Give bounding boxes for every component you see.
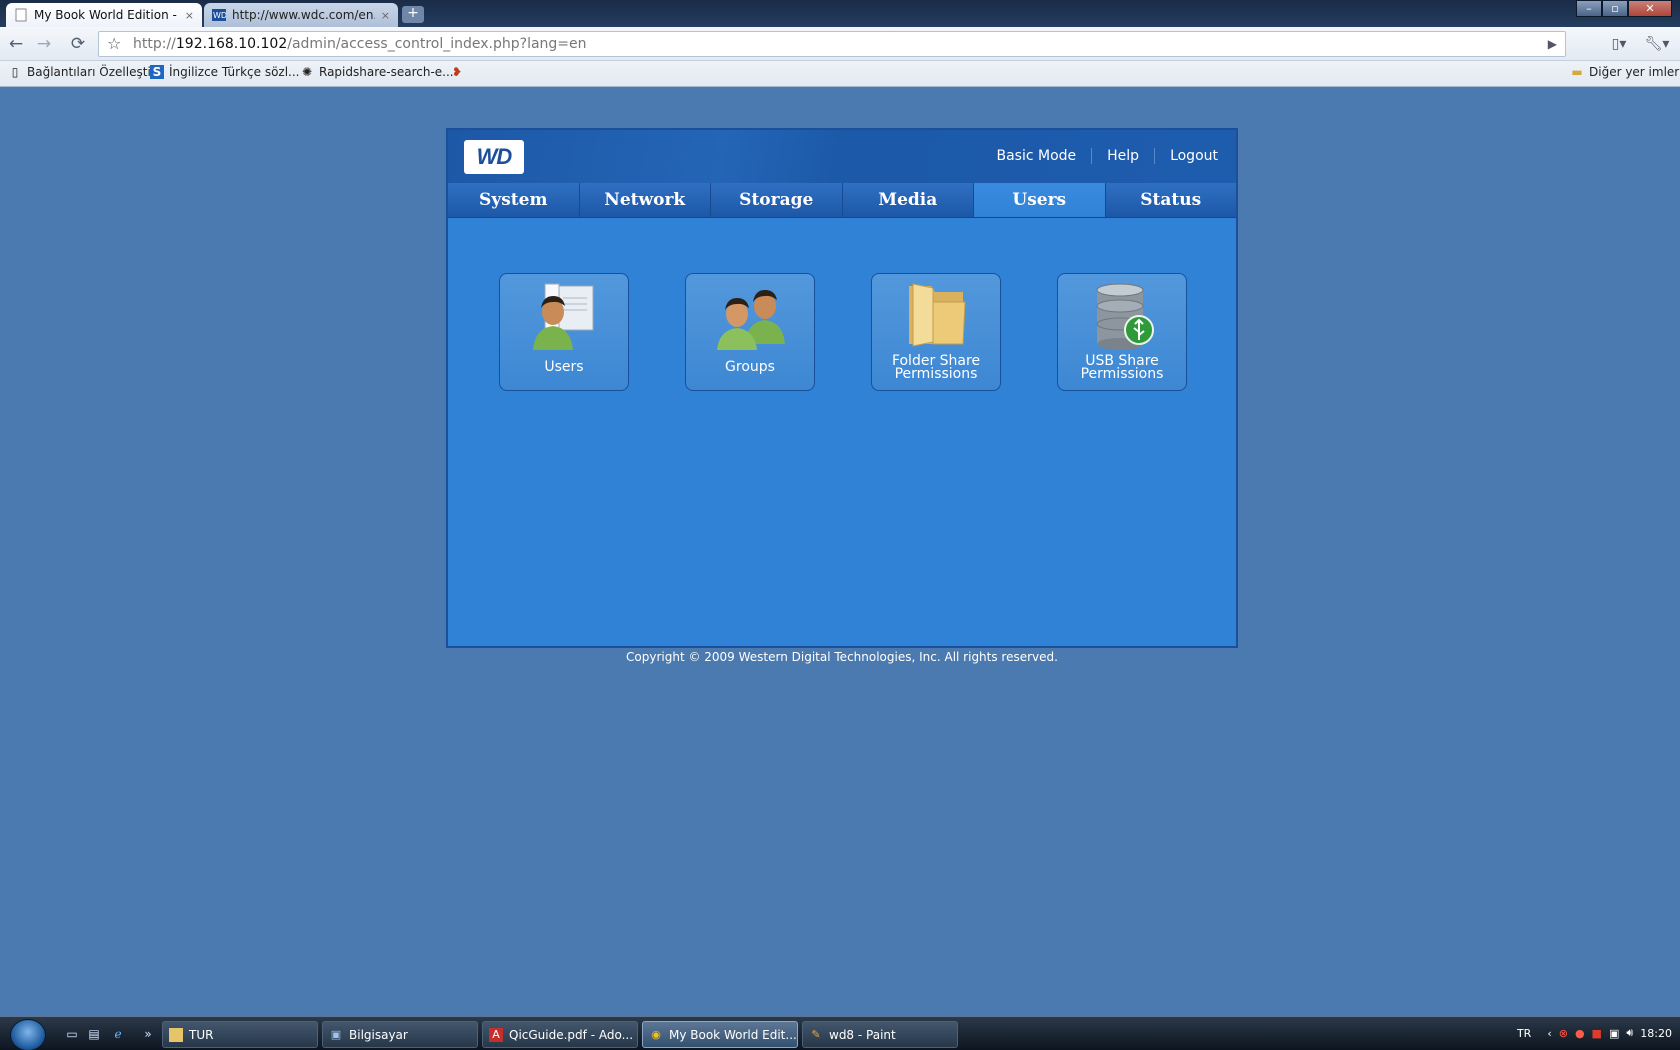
security-icon[interactable]: ⊗ <box>1559 1027 1568 1040</box>
system-tray: TR ‹ ⊗ ● ■ ▣ 🔊︎ 18:20 <box>1510 1026 1672 1040</box>
browser-tab-title: http://www.wdc.com/en... <box>232 8 375 22</box>
tab-system[interactable]: System <box>448 183 580 217</box>
new-tab-button[interactable]: + <box>402 6 424 23</box>
tile-label-line2: Permissions <box>894 366 978 382</box>
task-label: Bilgisayar <box>349 1027 408 1042</box>
logout-link[interactable]: Logout <box>1154 148 1218 164</box>
network-icon[interactable]: ▣ <box>1609 1027 1619 1040</box>
tab-media[interactable]: Media <box>843 183 974 217</box>
wd-favicon-icon: WD <box>212 8 227 22</box>
bookmark-star-icon[interactable]: ☆ <box>107 32 121 56</box>
antivirus-icon[interactable]: ■ <box>1592 1027 1602 1040</box>
panel-header: WD Basic Mode Help Logout <box>448 130 1236 183</box>
users-tile[interactable]: Users <box>499 273 629 391</box>
task-label: wd8 - Paint <box>829 1027 896 1042</box>
internet-explorer-icon[interactable]: ℯ <box>110 1026 126 1042</box>
svg-text:WD: WD <box>213 11 226 20</box>
user-icon <box>533 283 594 350</box>
url-scheme: http:// <box>133 36 176 52</box>
show-desktop-icon[interactable]: ▭ <box>64 1026 80 1042</box>
go-arrow-icon[interactable]: ▶ <box>1548 32 1557 56</box>
header-links: Basic Mode Help Logout <box>981 148 1218 164</box>
extension-icon: ❥ <box>451 65 463 79</box>
bookmark-extension[interactable]: ❥ <box>450 65 469 79</box>
s-logo-icon: S <box>150 65 164 79</box>
taskbar-item-computer[interactable]: ▣ Bilgisayar <box>322 1021 478 1048</box>
tray-expand-icon[interactable]: ‹ <box>1547 1027 1551 1040</box>
pdf-icon: A <box>489 1027 503 1042</box>
help-link[interactable]: Help <box>1091 148 1154 164</box>
tile-label: Users <box>544 359 584 375</box>
minimize-icon[interactable]: – <box>1576 0 1602 17</box>
taskbar-item-pdf[interactable]: A QicGuide.pdf - Ado... <box>482 1021 638 1048</box>
other-bookmarks-label: Diğer yer imleri <box>1589 65 1680 79</box>
folder-icon <box>169 1027 183 1042</box>
usb-database-icon <box>1096 283 1154 350</box>
tab-close-icon[interactable]: × <box>381 9 390 22</box>
chrome-icon: ◉ <box>651 1027 661 1041</box>
switch-windows-icon[interactable]: ▤ <box>86 1026 102 1042</box>
group-icon <box>717 290 785 350</box>
tab-users[interactable]: Users <box>974 183 1106 217</box>
os-taskbar: ▭ ▤ ℯ » TUR ▣ Bilgisayar A QicGuide.pdf … <box>0 1016 1680 1050</box>
page-icon: ▯ <box>11 65 19 79</box>
url-host: 192.168.10.102 <box>175 36 288 52</box>
main-nav-tabs: System Network Storage Media Users Statu… <box>448 183 1236 218</box>
volume-icon[interactable]: 🔊︎ <box>1626 1026 1633 1040</box>
reload-icon[interactable]: ⟳ <box>66 33 90 55</box>
url-path: /admin/access_control_index.php?lang=en <box>287 36 587 52</box>
task-label: My Book World Edit... <box>669 1027 797 1042</box>
basic-mode-link[interactable]: Basic Mode <box>981 148 1091 164</box>
address-bar[interactable]: ☆ http://192.168.10.102/admin/access_con… <box>98 31 1566 57</box>
window-controls: – ▫ ✕ <box>1576 0 1672 17</box>
back-arrow-icon[interactable]: ← <box>4 33 28 55</box>
groups-tile[interactable]: Groups <box>685 273 815 391</box>
browser-titlebar: My Book World Edition - ... × WD http://… <box>0 0 1680 27</box>
browser-tab-title: My Book World Edition - ... <box>34 8 179 22</box>
bookmark-dictionary[interactable]: S İngilizce Türkçe sözl... <box>150 65 300 79</box>
tile-label-line2: Permissions <box>1080 366 1164 382</box>
usb-share-permissions-tile[interactable]: USB Share Permissions <box>1057 273 1187 391</box>
close-window-icon[interactable]: ✕ <box>1628 0 1672 17</box>
task-label: QicGuide.pdf - Ado... <box>509 1027 634 1042</box>
clock: 18:20 <box>1640 1026 1672 1040</box>
paint-icon: ✎ <box>811 1027 821 1041</box>
taskbar-item-paint[interactable]: ✎ wd8 - Paint <box>802 1021 958 1048</box>
alert-icon[interactable]: ● <box>1575 1027 1585 1040</box>
copyright-text: Copyright © 2009 Western Digital Technol… <box>626 650 1058 664</box>
page-menu-icon[interactable]: ▯▾ <box>1604 33 1634 55</box>
browser-tab-active[interactable]: My Book World Edition - ... × <box>6 3 202 27</box>
bookmark-rapidshare[interactable]: ✺ Rapidshare-search-e... <box>300 65 454 79</box>
gear-icon: ✺ <box>301 65 313 79</box>
taskbar-item-browser[interactable]: ◉ My Book World Edit... <box>642 1021 798 1048</box>
tab-close-icon[interactable]: × <box>185 9 194 22</box>
bookmark-label: Bağlantıları Özelleştir <box>27 65 156 79</box>
tab-storage[interactable]: Storage <box>711 183 843 217</box>
folder-share-permissions-tile[interactable]: Folder Share Permissions <box>871 273 1001 391</box>
quicklaunch-chevron-icon[interactable]: » <box>140 1026 156 1042</box>
other-bookmarks[interactable]: ▬ Diğer yer imleri <box>1570 65 1680 79</box>
tile-label: Groups <box>725 359 775 375</box>
bookmarks-bar: ▯ Bağlantıları Özelleştir S İngilizce Tü… <box>0 61 1680 87</box>
maximize-icon[interactable]: ▫ <box>1602 0 1628 17</box>
wd-logo: WD <box>464 140 524 174</box>
wd-admin-panel: WD Basic Mode Help Logout System Network… <box>446 128 1238 648</box>
task-label: TUR <box>189 1027 214 1042</box>
folder-icon <box>909 283 966 347</box>
forward-arrow-icon[interactable]: → <box>32 33 56 55</box>
bookmark-label: İngilizce Türkçe sözl... <box>169 65 300 79</box>
browser-tab-wdc[interactable]: WD http://www.wdc.com/en... × <box>204 3 398 27</box>
bookmark-label: Rapidshare-search-e... <box>319 65 454 79</box>
page-icon <box>14 8 28 22</box>
bookmark-customize[interactable]: ▯ Bağlantıları Özelleştir <box>8 65 156 79</box>
tab-network[interactable]: Network <box>580 183 711 217</box>
folder-icon: ▬ <box>1571 65 1583 79</box>
taskbar-item-tur[interactable]: TUR <box>162 1021 318 1048</box>
tab-status[interactable]: Status <box>1106 183 1237 217</box>
browser-toolbar: ← → ⟳ ☆ http://192.168.10.102/admin/acce… <box>0 27 1680 61</box>
wrench-menu-icon[interactable]: 🔧︎▾ <box>1642 33 1672 55</box>
computer-icon: ▣ <box>330 1027 342 1041</box>
language-indicator[interactable]: TR <box>1517 1027 1531 1040</box>
start-button[interactable] <box>10 1019 46 1050</box>
